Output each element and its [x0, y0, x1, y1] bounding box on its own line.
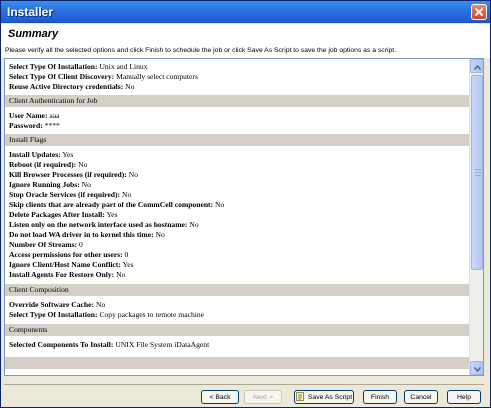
summary-row: Ignore Running Jobs: No — [9, 180, 91, 189]
section-header-partial — [5, 357, 470, 369]
title-bar[interactable]: Installer — [1, 1, 490, 23]
script-icon — [295, 391, 305, 403]
save-as-script-button[interactable]: Save As Script — [294, 390, 354, 404]
summary-row: Do not load WA driver in to kernel this … — [9, 230, 165, 239]
summary-row: Delete Packages After Install: Yes — [9, 210, 118, 219]
window-title: Installer — [7, 5, 54, 19]
summary-row: User Name: aaa — [9, 111, 60, 120]
summary-row: Select Type Of Installation: Copy packag… — [9, 310, 205, 319]
section-header-client-composition: Client Composition — [5, 284, 470, 296]
finish-button[interactable]: Finish — [363, 390, 397, 404]
next-button[interactable]: Next > — [244, 390, 282, 404]
next-button-label: Next > — [253, 393, 273, 401]
back-button[interactable]: < Back — [201, 390, 239, 404]
summary-row: Listen only on the network interface use… — [9, 220, 199, 229]
page-header: Summary Please verify all the selected o… — [1, 24, 490, 58]
summary-row: Skip clients that are already part of th… — [9, 200, 225, 209]
summary-row: Selected Components To Install: UNIX Fil… — [9, 340, 210, 349]
summary-row: Password: **** — [9, 121, 60, 130]
page-instructions: Please verify all the selected options a… — [5, 47, 397, 54]
cancel-button[interactable]: Cancel — [404, 390, 438, 404]
summary-row: Install Agents For Restore Only: No — [9, 270, 126, 279]
vertical-scrollbar[interactable] — [469, 59, 483, 375]
section-header-client-authentication: Client Authentication for Job — [5, 95, 470, 107]
summary-row: Ignore Client/Host Name Conflict: Yes — [9, 260, 134, 269]
summary-row: Reboot (if required): No — [9, 160, 88, 169]
summary-row: Override Software Cache: No — [9, 300, 106, 309]
finish-button-label: Finish — [370, 393, 390, 401]
summary-row: Access permissions for other users: 0 — [9, 250, 129, 259]
cancel-button-label: Cancel — [410, 393, 432, 401]
scroll-up-button[interactable] — [470, 59, 483, 75]
footer-divider — [4, 384, 484, 385]
arrow-up-icon — [473, 59, 481, 75]
close-icon — [474, 7, 484, 17]
help-button-label: Help — [457, 393, 471, 401]
summary-row: Reuse Active Directory credentials: No — [9, 82, 135, 91]
section-header-components: Components — [5, 324, 470, 336]
summary-row: Stop Oracle Services (if required): No — [9, 190, 132, 199]
summary-row: Select Type Of Client Discovery: Manuall… — [9, 72, 198, 81]
summary-panel[interactable]: Select Type Of Installation: Unix and Li… — [4, 58, 484, 376]
close-button[interactable] — [471, 4, 487, 20]
scroll-down-button[interactable] — [470, 359, 483, 375]
summary-row: Number Of Streams: 0 — [9, 240, 83, 249]
summary-row: Kill Browser Processes (if required): No — [9, 170, 139, 179]
page-title: Summary — [8, 28, 59, 40]
back-button-label: < Back — [209, 393, 231, 401]
summary-content: Select Type Of Installation: Unix and Li… — [5, 59, 470, 375]
installer-window: Installer Summary Please verify all the … — [0, 0, 491, 408]
summary-row: Select Type Of Installation: Unix and Li… — [9, 62, 148, 71]
save-as-script-label: Save As Script — [307, 393, 353, 401]
scroll-thumb[interactable] — [471, 75, 483, 270]
arrow-down-icon — [473, 359, 481, 375]
help-button[interactable]: Help — [447, 390, 481, 404]
section-header-install-flags: Install Flags — [5, 134, 470, 146]
summary-row: Install Updates: Yes — [9, 150, 74, 159]
